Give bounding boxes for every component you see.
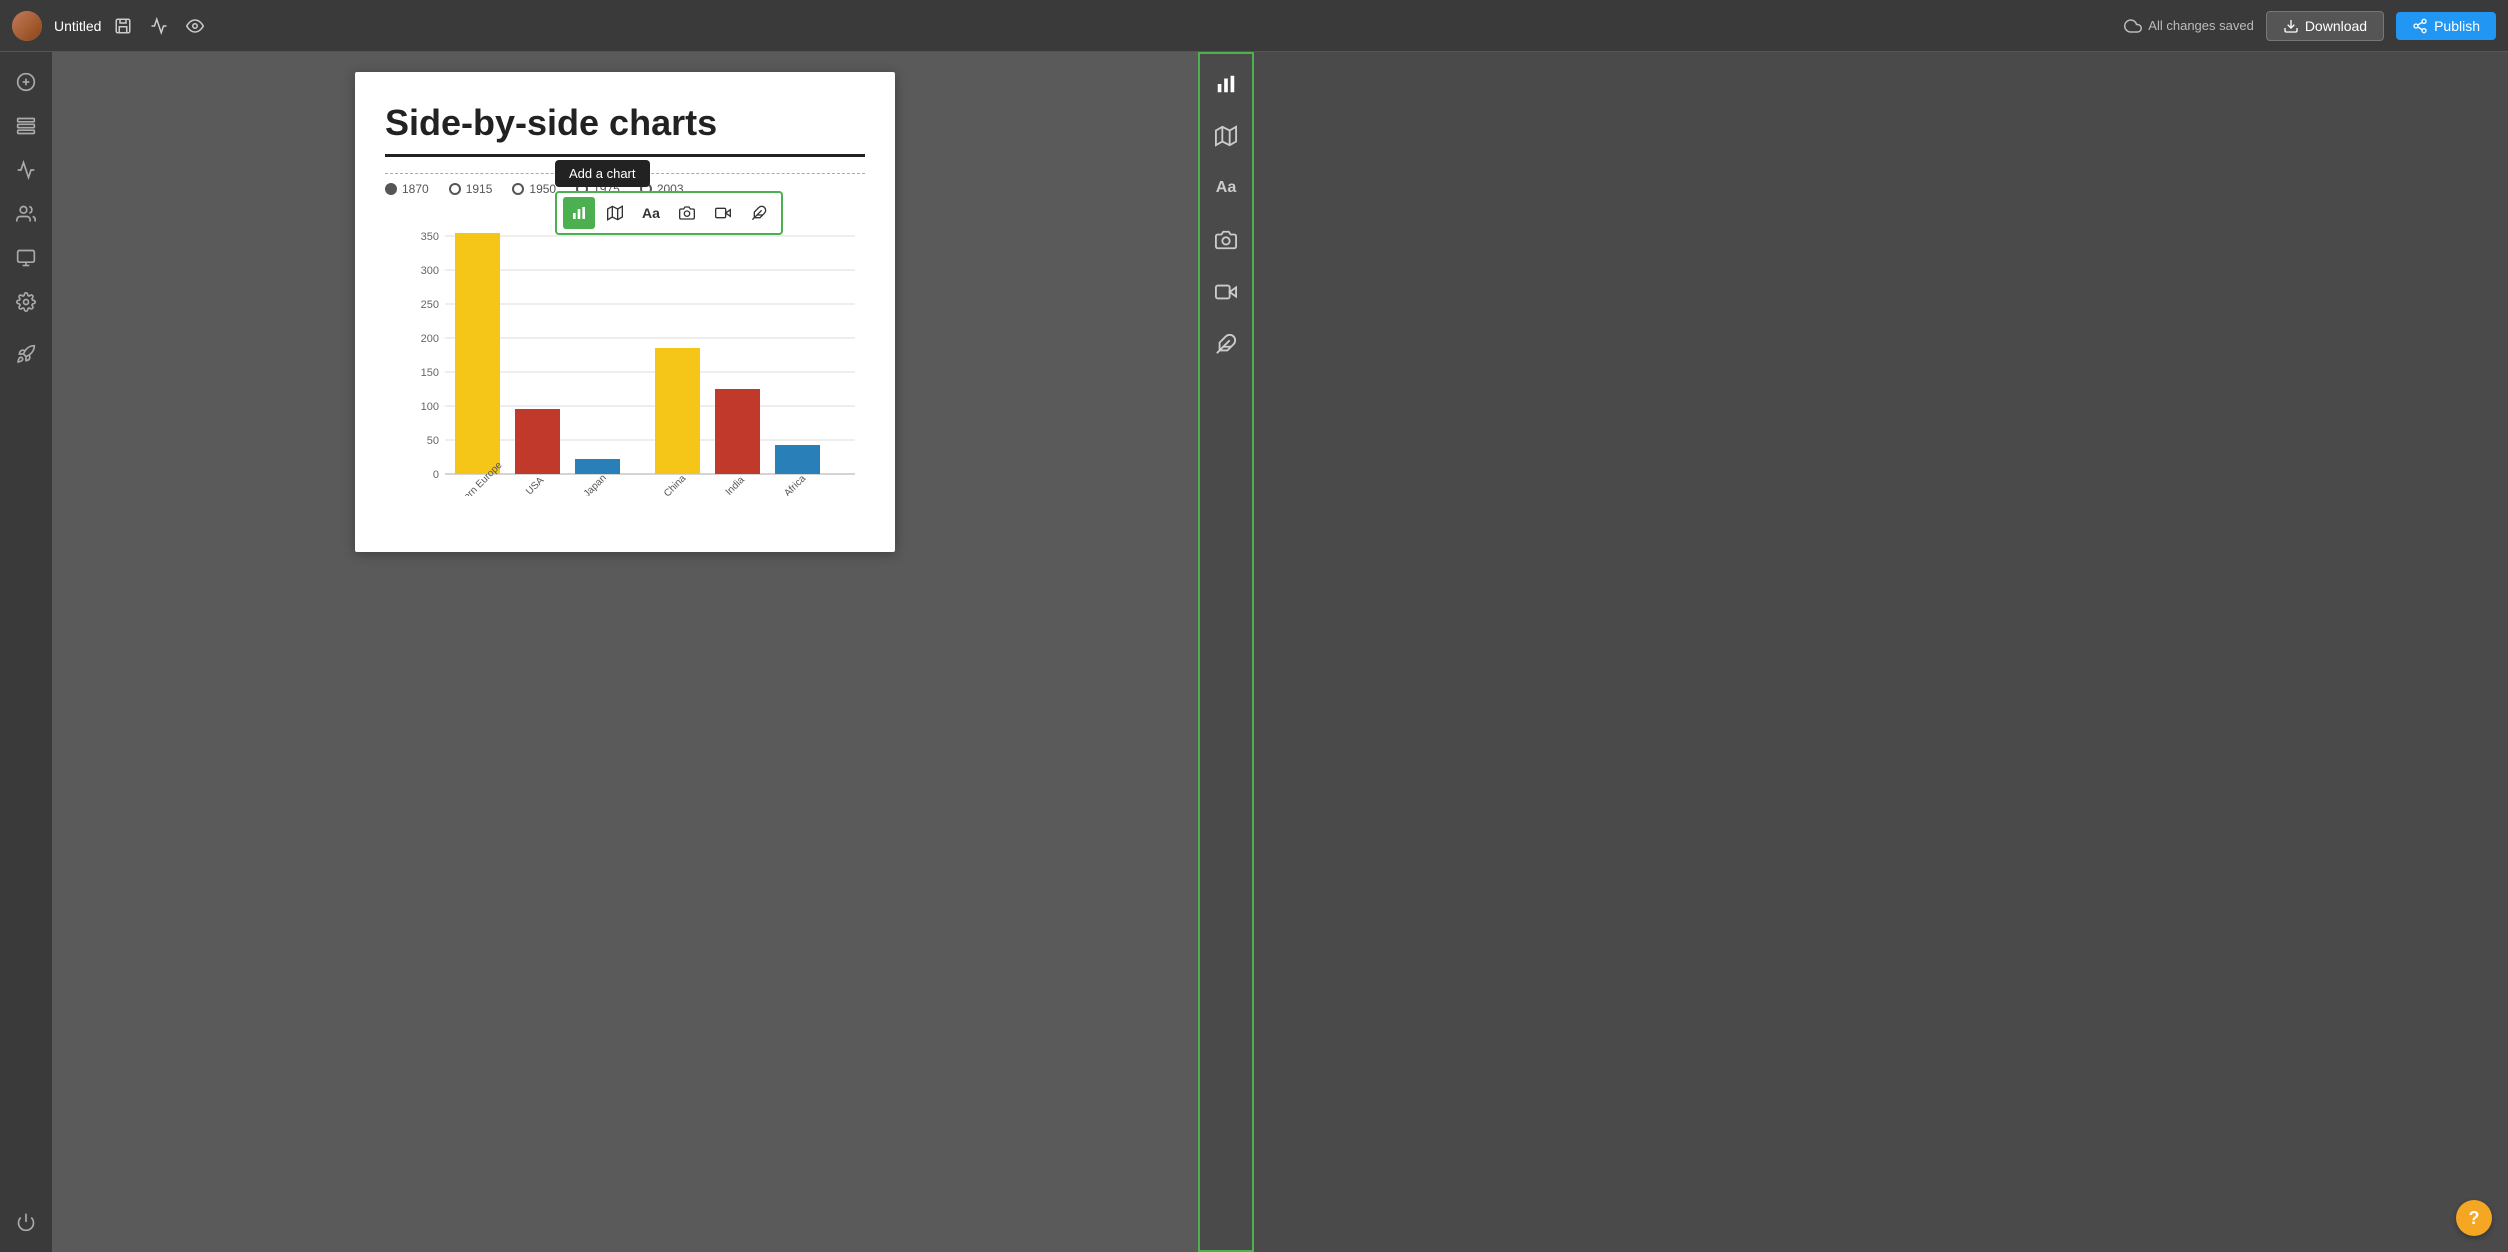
sidebar-item-rocket[interactable] <box>8 336 44 372</box>
timeline-1950[interactable]: 1950 <box>512 182 556 196</box>
bar-western-europe[interactable] <box>455 233 500 474</box>
toolbar-chart-btn[interactable] <box>563 197 595 229</box>
panel-video-icon[interactable] <box>1208 274 1244 310</box>
svg-text:300: 300 <box>421 265 439 277</box>
download-button[interactable]: Download <box>2266 11 2384 41</box>
bar-chart: 350 300 250 200 150 100 <box>395 216 875 496</box>
sidebar-item-people[interactable] <box>8 196 44 232</box>
svg-text:150: 150 <box>421 367 439 379</box>
right-panel: Aa <box>1198 52 1254 1252</box>
help-button[interactable]: ? <box>2456 1200 2492 1236</box>
svg-text:250: 250 <box>421 299 439 311</box>
doc-divider <box>385 154 865 157</box>
topbar-icons <box>109 12 209 40</box>
toolbar-video-btn[interactable] <box>707 197 739 229</box>
inline-toolbar: Aa <box>555 191 783 235</box>
svg-text:Africa: Africa <box>782 473 808 496</box>
canvas-area[interactable]: Side-by-side charts Add a chart Aa <box>52 52 1198 1252</box>
radio-1870[interactable] <box>385 183 397 195</box>
toolbar-map-btn[interactable] <box>599 197 631 229</box>
svg-text:100: 100 <box>421 401 439 413</box>
toolbar-puzzle-btn[interactable] <box>743 197 775 229</box>
panel-chart-icon[interactable] <box>1208 66 1244 102</box>
svg-text:Japan: Japan <box>582 473 609 496</box>
cloud-save-icon <box>2124 17 2142 35</box>
svg-text:350: 350 <box>421 231 439 243</box>
svg-text:0: 0 <box>433 469 439 481</box>
toolbar-camera-btn[interactable] <box>671 197 703 229</box>
panel-camera-icon[interactable] <box>1208 222 1244 258</box>
avatar[interactable] <box>12 11 42 41</box>
left-sidebar <box>0 52 52 1252</box>
preview-icon[interactable] <box>181 12 209 40</box>
inline-toolbar-wrapper: Add a chart Aa <box>555 160 783 235</box>
sidebar-item-add[interactable] <box>8 64 44 100</box>
sidebar-item-power[interactable] <box>8 1204 44 1240</box>
radio-1915[interactable] <box>449 183 461 195</box>
publish-button[interactable]: Publish <box>2396 12 2496 40</box>
sidebar-item-settings[interactable] <box>8 284 44 320</box>
doc-heading: Side-by-side charts <box>385 102 865 144</box>
sidebar-item-chart[interactable] <box>8 152 44 188</box>
svg-text:200: 200 <box>421 333 439 345</box>
save-settings-icon[interactable] <box>109 12 137 40</box>
doc-title[interactable]: Untitled <box>54 18 101 34</box>
topbar: Untitled All changes saved <box>0 0 2508 52</box>
bar-usa[interactable] <box>515 409 560 474</box>
bar-india[interactable] <box>715 389 760 474</box>
add-chart-tooltip: Add a chart <box>555 160 650 187</box>
timeline-1915[interactable]: 1915 <box>449 182 493 196</box>
sidebar-item-layers[interactable] <box>8 108 44 144</box>
svg-text:50: 50 <box>427 435 439 447</box>
main-area: Side-by-side charts Add a chart Aa <box>52 52 1254 1252</box>
svg-text:USA: USA <box>524 475 547 496</box>
download-icon <box>2283 18 2299 34</box>
sidebar-item-desktop[interactable] <box>8 240 44 276</box>
timeline-1870[interactable]: 1870 <box>385 182 429 196</box>
bar-japan[interactable] <box>575 459 620 474</box>
document: Side-by-side charts Add a chart Aa <box>355 72 895 552</box>
chart-container: 350 300 250 200 150 100 <box>385 216 865 496</box>
toolbar-text-btn[interactable]: Aa <box>635 197 667 229</box>
bar-africa[interactable] <box>775 445 820 474</box>
svg-text:India: India <box>724 474 747 496</box>
bar-china[interactable] <box>655 348 700 474</box>
radio-1950[interactable] <box>512 183 524 195</box>
topbar-right: All changes saved Download Publish <box>2124 11 2496 41</box>
panel-map-icon[interactable] <box>1208 118 1244 154</box>
publish-icon <box>2412 18 2428 34</box>
chart-icon[interactable] <box>145 12 173 40</box>
panel-text-icon[interactable]: Aa <box>1208 170 1244 206</box>
save-status: All changes saved <box>2124 17 2254 35</box>
svg-text:China: China <box>662 473 689 496</box>
panel-puzzle-icon[interactable] <box>1208 326 1244 362</box>
